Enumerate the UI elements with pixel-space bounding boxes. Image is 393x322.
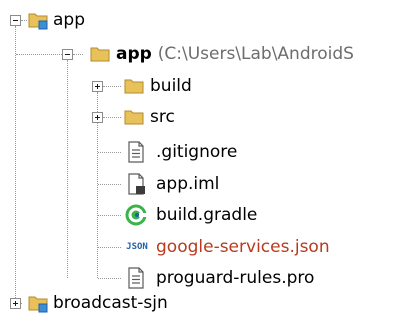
gradle-icon xyxy=(125,204,147,226)
tree-connector xyxy=(98,215,121,216)
svg-text:JSON: JSON xyxy=(126,242,148,252)
project-tree: app app (C:\Users\Lab\AndroidS build src… xyxy=(0,0,393,322)
module-folder-icon xyxy=(28,293,48,313)
collapse-toggle[interactable] xyxy=(62,49,73,60)
tree-connector xyxy=(73,54,83,55)
module-folder-icon xyxy=(28,10,48,30)
tree-node-label: google-services.json xyxy=(156,237,330,257)
json-file-icon: JSON xyxy=(124,238,150,252)
folder-icon xyxy=(124,76,144,96)
tree-node-label: build xyxy=(150,76,192,96)
tree-node-label: app xyxy=(53,10,85,30)
text-file-icon xyxy=(126,267,146,289)
tree-node-label: broadcast-sjn xyxy=(53,293,168,313)
tree-node-label: build.gradle xyxy=(156,205,258,225)
tree-node-label: app (C:\Users\Lab\AndroidS xyxy=(116,43,354,65)
folder-icon xyxy=(90,44,110,64)
tree-connector xyxy=(67,60,68,278)
expand-toggle[interactable] xyxy=(92,112,103,123)
collapse-toggle[interactable] xyxy=(10,15,21,26)
tree-connector xyxy=(103,86,121,87)
tree-connector xyxy=(103,117,121,118)
text-file-icon xyxy=(126,141,146,163)
tree-connector xyxy=(15,26,16,302)
tree-node-label: src xyxy=(150,107,175,127)
iml-file-icon xyxy=(126,173,146,195)
folder-name: app xyxy=(116,44,152,64)
tree-connector xyxy=(98,152,121,153)
expand-toggle[interactable] xyxy=(92,81,103,92)
tree-connector xyxy=(16,54,62,55)
tree-node-label: app.iml xyxy=(156,174,220,194)
tree-connector xyxy=(98,278,121,279)
tree-connector xyxy=(98,247,121,248)
tree-node-label: proguard-rules.pro xyxy=(156,268,315,288)
tree-connector xyxy=(98,184,121,185)
tree-node-label: .gitignore xyxy=(156,142,238,162)
folder-icon xyxy=(124,107,144,127)
expand-toggle[interactable] xyxy=(10,298,21,309)
tree-connector xyxy=(21,20,27,21)
folder-path: (C:\Users\Lab\AndroidS xyxy=(157,44,354,64)
